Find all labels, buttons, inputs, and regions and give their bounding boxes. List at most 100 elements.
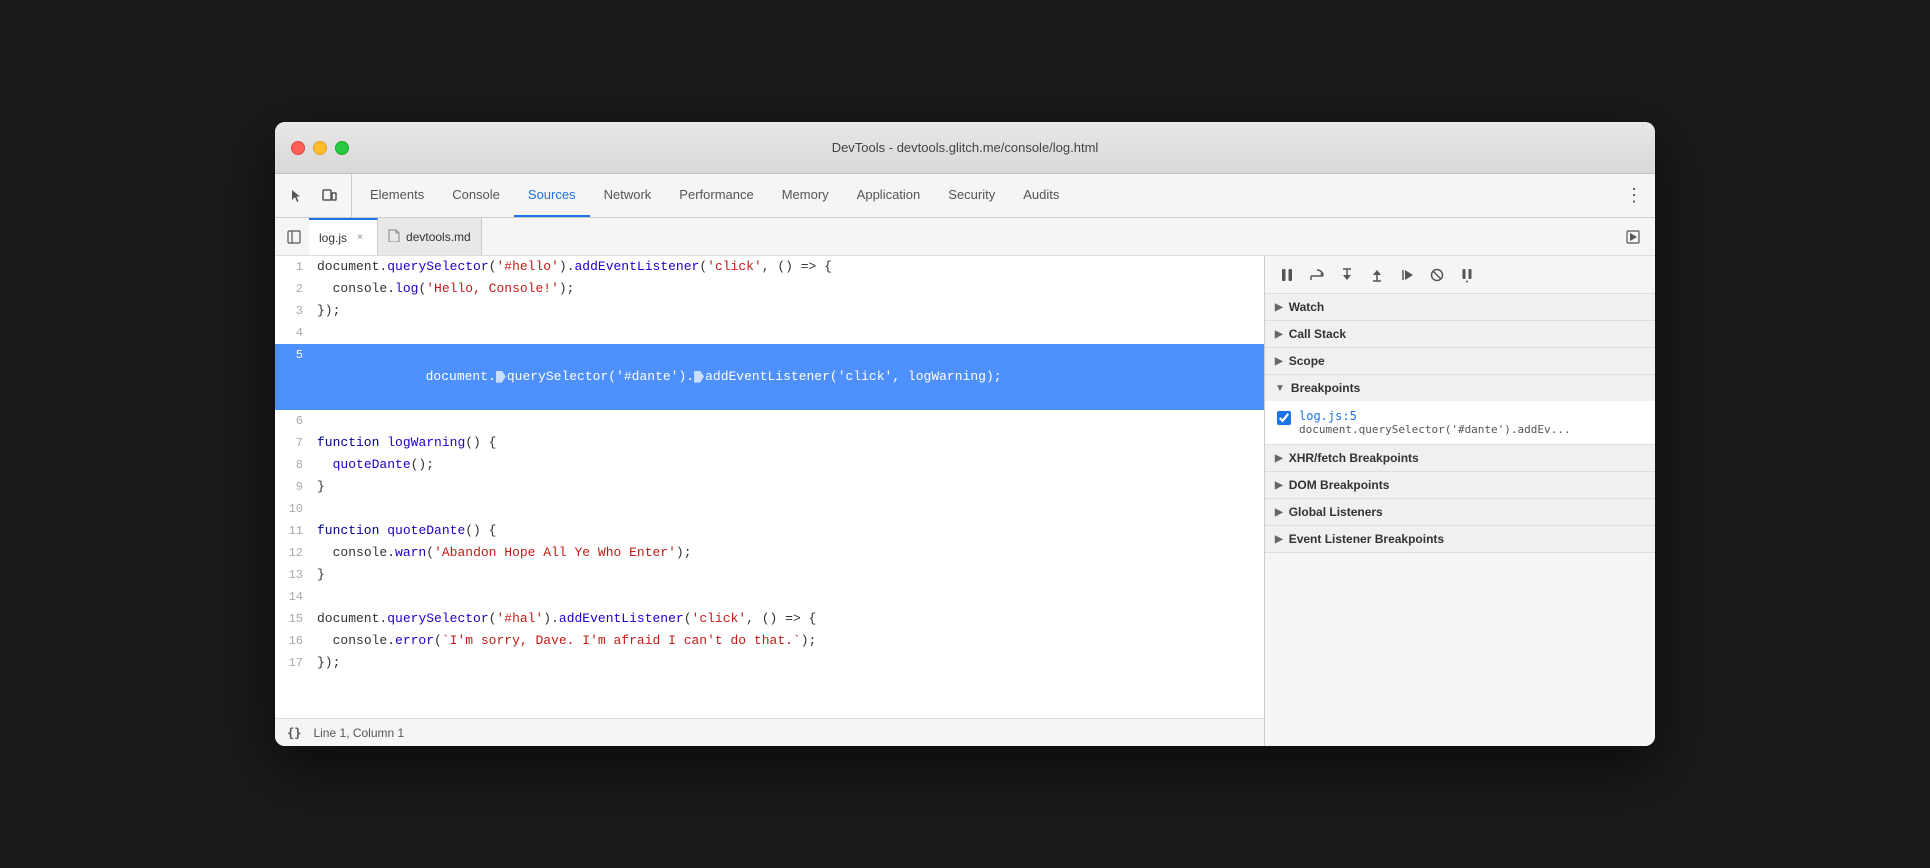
file-tab-logjs[interactable]: log.js × — [309, 218, 378, 255]
event-listener-bp-label: Event Listener Breakpoints — [1289, 532, 1444, 546]
code-line-4: 4 — [275, 322, 1264, 344]
tab-icon-group — [283, 174, 352, 217]
tab-elements[interactable]: Elements — [356, 174, 438, 217]
pause-on-exceptions-btn[interactable] — [1453, 261, 1481, 289]
breakpoints-header[interactable]: ▼ Breakpoints — [1265, 375, 1655, 401]
code-line-14: 14 — [275, 586, 1264, 608]
file-tabs-right — [1619, 218, 1655, 255]
cursor-icon-btn[interactable] — [283, 182, 311, 210]
document-icon — [388, 229, 400, 242]
call-stack-arrow: ▶ — [1275, 329, 1283, 340]
code-line-5: 5 document.querySelector('#dante').addEv… — [275, 344, 1264, 410]
global-listeners-arrow: ▶ — [1275, 507, 1283, 518]
device-icon — [321, 188, 337, 204]
scope-arrow: ▶ — [1275, 356, 1283, 367]
code-line-3: 3 }); — [275, 300, 1264, 322]
tab-security[interactable]: Security — [934, 174, 1009, 217]
event-listener-bp-header[interactable]: ▶ Event Listener Breakpoints — [1265, 526, 1655, 552]
call-stack-section: ▶ Call Stack — [1265, 321, 1655, 348]
format-icon[interactable]: {} — [287, 726, 301, 740]
bp-marker — [496, 371, 506, 383]
file-tabs-bar: log.js × devtools.md — [275, 218, 1655, 256]
file-tabs-spacer — [482, 218, 1619, 255]
code-line-12: 12 console.warn('Abandon Hope All Ye Who… — [275, 542, 1264, 564]
more-tabs-button[interactable]: ⋮ — [1613, 174, 1655, 217]
step-into-icon — [1339, 267, 1355, 283]
dom-bp-label: DOM Breakpoints — [1289, 478, 1390, 492]
global-listeners-label: Global Listeners — [1289, 505, 1383, 519]
file-tab-devtools-md[interactable]: devtools.md — [378, 218, 482, 255]
devtools-window: DevTools - devtools.glitch.me/console/lo… — [275, 122, 1655, 746]
xhr-section: ▶ XHR/fetch Breakpoints — [1265, 445, 1655, 472]
dom-breakpoints-header[interactable]: ▶ DOM Breakpoints — [1265, 472, 1655, 498]
tabs-spacer — [1073, 174, 1613, 217]
sources-play-btn[interactable] — [1619, 223, 1647, 251]
event-listener-bp-section: ▶ Event Listener Breakpoints — [1265, 526, 1655, 553]
xhr-header[interactable]: ▶ XHR/fetch Breakpoints — [1265, 445, 1655, 471]
main-content: 1 document.querySelector('#hello').addEv… — [275, 256, 1655, 746]
breakpoint-arrow — [411, 370, 425, 384]
call-stack-header[interactable]: ▶ Call Stack — [1265, 321, 1655, 347]
title-bar: DevTools - devtools.glitch.me/console/lo… — [275, 122, 1655, 174]
code-line-13: 13 } — [275, 564, 1264, 586]
cursor-icon — [289, 188, 305, 204]
debug-toolbar — [1265, 256, 1655, 294]
play-snippets-icon — [1626, 230, 1640, 244]
code-line-9: 9 } — [275, 476, 1264, 498]
code-editor[interactable]: 1 document.querySelector('#hello').addEv… — [275, 256, 1265, 746]
maximize-button[interactable] — [335, 141, 349, 155]
continue-btn[interactable] — [1393, 261, 1421, 289]
cursor-position: Line 1, Column 1 — [313, 726, 404, 740]
close-button[interactable] — [291, 141, 305, 155]
file-icon — [388, 229, 400, 245]
code-line-11: 11 function quoteDante() { — [275, 520, 1264, 542]
minimize-button[interactable] — [313, 141, 327, 155]
tab-sources[interactable]: Sources — [514, 174, 590, 217]
code-lines: 1 document.querySelector('#hello').addEv… — [275, 256, 1264, 718]
code-line-1: 1 document.querySelector('#hello').addEv… — [275, 256, 1264, 278]
global-listeners-header[interactable]: ▶ Global Listeners — [1265, 499, 1655, 525]
step-over-btn[interactable] — [1303, 261, 1331, 289]
file-tab-logjs-close[interactable]: × — [353, 231, 367, 245]
code-line-15: 15 document.querySelector('#hal').addEve… — [275, 608, 1264, 630]
panel-layout-icon — [287, 230, 301, 244]
breakpoints-section: ▼ Breakpoints log.js:5 document.querySel… — [1265, 375, 1655, 445]
step-out-btn[interactable] — [1363, 261, 1391, 289]
dom-bp-arrow: ▶ — [1275, 480, 1283, 491]
code-line-7: 7 function logWarning() { — [275, 432, 1264, 454]
scope-section: ▶ Scope — [1265, 348, 1655, 375]
code-line-16: 16 console.error(`I'm sorry, Dave. I'm a… — [275, 630, 1264, 652]
scope-label: Scope — [1289, 354, 1325, 368]
continue-icon — [1399, 267, 1415, 283]
tab-application[interactable]: Application — [843, 174, 935, 217]
code-line-10: 10 — [275, 498, 1264, 520]
file-tab-devtools-label: devtools.md — [406, 230, 471, 244]
panel-toggle-btn[interactable] — [279, 218, 309, 255]
tab-memory[interactable]: Memory — [768, 174, 843, 217]
breakpoint-item-1: log.js:5 document.querySelector('#dante'… — [1265, 405, 1655, 440]
step-into-btn[interactable] — [1333, 261, 1361, 289]
tab-network[interactable]: Network — [590, 174, 666, 217]
breakpoints-label: Breakpoints — [1291, 381, 1360, 395]
watch-header[interactable]: ▶ Watch — [1265, 294, 1655, 320]
tab-audits[interactable]: Audits — [1009, 174, 1073, 217]
tab-console[interactable]: Console — [438, 174, 514, 217]
event-listener-bp-arrow: ▶ — [1275, 534, 1283, 545]
breakpoint-checkbox-1[interactable] — [1277, 411, 1291, 425]
status-bar: {} Line 1, Column 1 — [275, 718, 1264, 746]
pause-resume-btn[interactable] — [1273, 261, 1301, 289]
scope-header[interactable]: ▶ Scope — [1265, 348, 1655, 374]
bp-marker2 — [694, 371, 704, 383]
breakpoints-arrow: ▼ — [1275, 383, 1285, 394]
deactivate-breakpoints-btn[interactable] — [1423, 261, 1451, 289]
device-toolbar-btn[interactable] — [315, 182, 343, 210]
step-out-icon — [1369, 267, 1385, 283]
xhr-label: XHR/fetch Breakpoints — [1289, 451, 1419, 465]
window-title: DevTools - devtools.glitch.me/console/lo… — [832, 140, 1099, 155]
traffic-lights — [291, 141, 349, 155]
xhr-arrow: ▶ — [1275, 453, 1283, 464]
tab-performance[interactable]: Performance — [665, 174, 767, 217]
code-line-2: 2 console.log('Hello, Console!'); — [275, 278, 1264, 300]
watch-section: ▶ Watch — [1265, 294, 1655, 321]
deactivate-icon — [1429, 267, 1445, 283]
